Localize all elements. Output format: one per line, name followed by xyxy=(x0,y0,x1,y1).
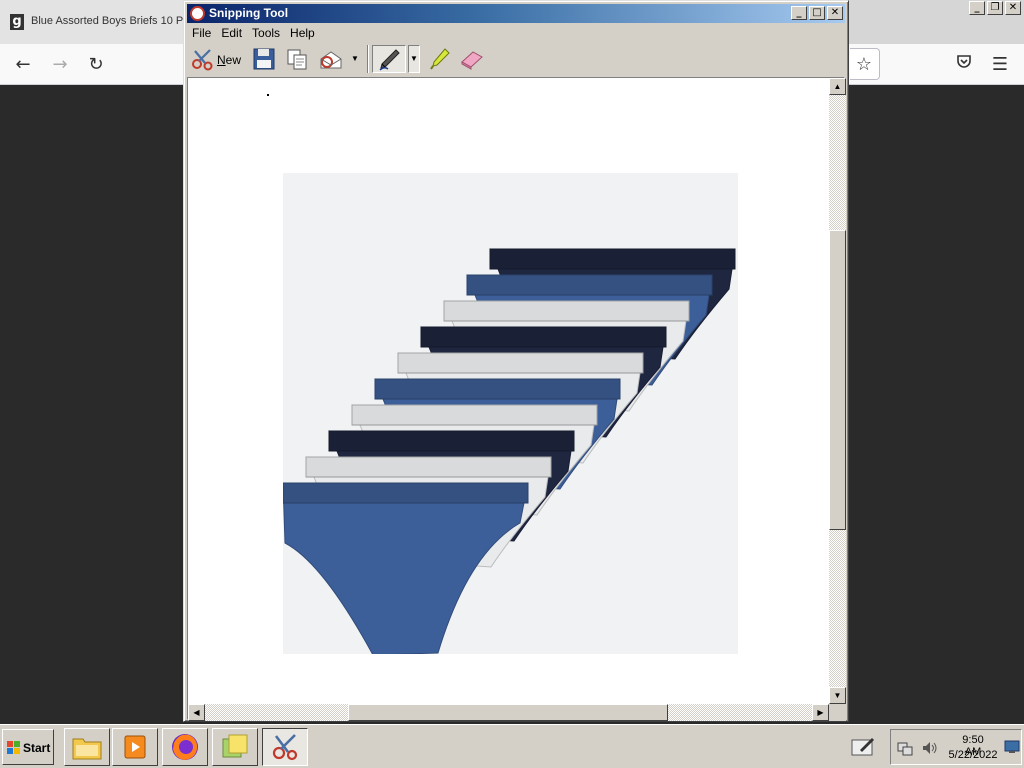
browser-close-button[interactable]: ✕ xyxy=(1005,1,1021,15)
toolbar-separator xyxy=(367,45,369,73)
browser-tab[interactable]: g Blue Assorted Boys Briefs 10 Pa xyxy=(0,0,186,44)
snipping-tool-icon xyxy=(272,734,298,761)
tablet-input-button[interactable] xyxy=(846,731,880,763)
hamburger-menu-icon[interactable]: ☰ xyxy=(987,52,1013,78)
reload-icon[interactable]: ↻ xyxy=(83,52,109,78)
scroll-right-button[interactable]: ▶ xyxy=(812,704,829,721)
taskbar: Start 9:50 AM 5/22/2022 xyxy=(0,724,1024,768)
media-player-icon xyxy=(124,735,146,759)
vertical-scroll-thumb[interactable] xyxy=(829,230,846,530)
taskbar-snipping-tool[interactable] xyxy=(262,728,308,766)
taskbar-media-player[interactable] xyxy=(112,728,158,766)
briefs-illustration xyxy=(283,248,736,654)
site-favicon-icon: g xyxy=(10,14,24,30)
pen-icon xyxy=(379,49,400,71)
snip-minimize-button[interactable]: _ xyxy=(791,6,807,20)
eraser-button[interactable] xyxy=(459,45,487,73)
horizontal-scroll-thumb[interactable] xyxy=(348,704,668,721)
scroll-down-button[interactable]: ▼ xyxy=(829,687,846,704)
scroll-up-button[interactable]: ▲ xyxy=(829,78,846,95)
menu-bar: File Edit Tools Help xyxy=(187,24,845,42)
pen-dropdown-arrow[interactable]: ▼ xyxy=(408,45,420,73)
volume-icon[interactable] xyxy=(921,740,939,756)
pocket-icon[interactable] xyxy=(951,52,977,78)
copy-icon xyxy=(287,49,307,70)
highlighter-icon xyxy=(430,48,450,70)
start-button[interactable]: Start xyxy=(2,729,54,765)
browser-minimize-button[interactable]: _ xyxy=(969,1,985,15)
network-icon[interactable] xyxy=(897,740,913,756)
forward-arrow-icon[interactable]: → xyxy=(47,52,73,78)
taskbar-sticky-notes[interactable] xyxy=(212,728,258,766)
start-label: Start xyxy=(23,741,51,755)
menu-edit[interactable]: Edit xyxy=(216,24,247,42)
window-title: Snipping Tool xyxy=(209,6,289,20)
menu-help[interactable]: Help xyxy=(285,24,320,42)
snip-maximize-button[interactable]: □ xyxy=(809,6,825,20)
snip-window-controls: _ □ ✕ xyxy=(791,6,843,20)
menu-tools[interactable]: Tools xyxy=(247,24,285,42)
product-image xyxy=(283,173,738,654)
pen-input-icon xyxy=(851,738,874,756)
back-arrow-icon[interactable]: ← xyxy=(10,52,36,78)
folder-icon xyxy=(72,738,102,760)
taskbar-explorer[interactable] xyxy=(64,728,110,766)
new-snip-label: New xyxy=(217,53,242,67)
snip-image-area[interactable] xyxy=(188,78,829,704)
highlighter-button[interactable] xyxy=(427,45,453,73)
taskbar-firefox[interactable] xyxy=(162,728,208,766)
new-snip-button[interactable]: New xyxy=(189,45,241,73)
show-desktop-icon[interactable] xyxy=(1004,740,1020,754)
horizontal-scrollbar[interactable]: ◀ ▶ xyxy=(188,704,829,721)
scroll-left-button[interactable]: ◀ xyxy=(188,704,205,721)
snipping-tool-window: Snipping Tool _ □ ✕ File Edit Tools Help… xyxy=(183,0,849,722)
snipping-tool-titlebar[interactable]: Snipping Tool _ □ ✕ xyxy=(187,4,845,23)
sticky-notes-icon xyxy=(222,734,248,758)
clock-date[interactable]: 5/22/2022 xyxy=(945,749,1001,761)
browser-window-controls: _ ❐ ✕ xyxy=(969,1,1021,15)
browser-tab-title: Blue Assorted Boys Briefs 10 Pa xyxy=(31,15,184,27)
snip-canvas: ▲ ▼ ◀ ▶ xyxy=(187,77,846,721)
snipping-tool-app-icon xyxy=(190,6,205,21)
snip-close-button[interactable]: ✕ xyxy=(827,6,843,20)
toolbar: New ▼ ▼ xyxy=(187,43,845,75)
pen-tool-button[interactable] xyxy=(372,45,406,73)
scrollbar-corner xyxy=(829,704,846,721)
menu-file[interactable]: File xyxy=(187,24,216,42)
windows-logo-icon xyxy=(7,741,20,754)
floppy-disk-icon xyxy=(253,48,275,70)
browser-restore-button[interactable]: ❐ xyxy=(987,1,1003,15)
send-dropdown-arrow[interactable]: ▼ xyxy=(349,45,361,73)
send-email-icon xyxy=(320,51,342,69)
system-tray: 9:50 AM 5/22/2022 xyxy=(890,729,1022,765)
copy-button[interactable] xyxy=(284,45,310,73)
eraser-icon xyxy=(461,51,483,70)
send-snip-button[interactable] xyxy=(318,45,346,73)
briefs-item xyxy=(283,482,529,654)
firefox-icon xyxy=(172,734,198,760)
canvas-speck xyxy=(267,94,269,96)
bookmark-star-icon[interactable]: ☆ xyxy=(851,52,877,78)
vertical-scrollbar[interactable]: ▲ ▼ xyxy=(829,78,846,704)
save-snip-button[interactable] xyxy=(251,45,277,73)
scissors-icon xyxy=(192,49,213,71)
